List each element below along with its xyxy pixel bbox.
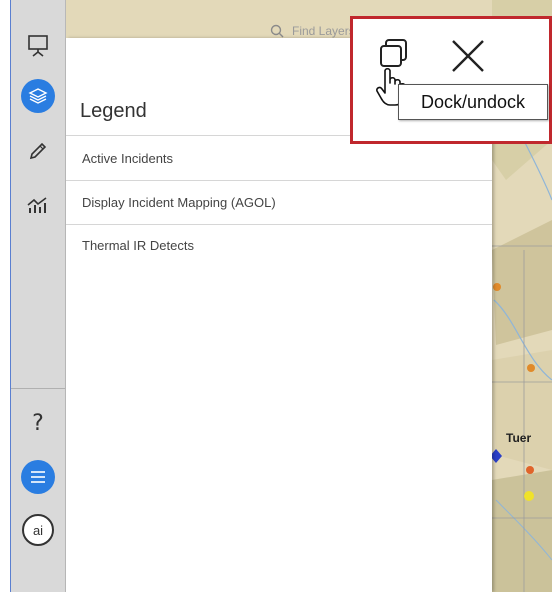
incident-marker <box>527 364 535 372</box>
dock-undock-icon <box>380 39 407 67</box>
incident-marker <box>524 491 534 501</box>
list-active-indicator <box>21 460 55 494</box>
panel-divider <box>66 180 492 181</box>
ai-icon-label: ai <box>32 522 44 538</box>
legend-item-thermal-ir[interactable]: Thermal IR Detects <box>82 238 194 253</box>
panel-divider <box>66 224 492 225</box>
help-button[interactable]: ? <box>19 404 57 442</box>
list-tool-button[interactable] <box>19 458 57 496</box>
legend-item-active-incidents[interactable]: Active Incidents <box>82 151 173 166</box>
highlight-callout <box>350 16 552 144</box>
map-place-label: Tuer <box>506 431 532 445</box>
toolbar-divider <box>11 388 65 389</box>
help-icon: ? <box>32 410 44 436</box>
left-toolbar: ? ai <box>11 0 66 592</box>
close-icon <box>452 40 484 72</box>
layers-icon <box>28 88 48 104</box>
dock-undock-button[interactable] <box>377 37 411 71</box>
incident-marker <box>493 283 501 291</box>
chart-icon <box>27 197 47 213</box>
analysis-tool-button[interactable] <box>19 186 57 224</box>
draw-tool-button[interactable] <box>19 132 57 170</box>
search-icon <box>270 24 284 38</box>
layers-active-indicator <box>21 79 55 113</box>
layers-tool-button[interactable] <box>19 77 57 115</box>
pencil-icon <box>29 142 47 160</box>
incident-marker <box>526 466 534 474</box>
presentation-tool-button[interactable] <box>19 26 57 64</box>
dock-undock-tooltip: Dock/undock <box>398 84 548 120</box>
ai-assistant-button[interactable]: ai <box>19 511 57 549</box>
panel-title: Legend <box>80 100 147 122</box>
presentation-icon <box>28 35 48 57</box>
close-button[interactable] <box>449 37 487 75</box>
legend-item-incident-mapping[interactable]: Display Incident Mapping (AGOL) <box>82 195 276 210</box>
ai-icon: ai <box>22 514 54 546</box>
list-icon <box>31 471 45 483</box>
